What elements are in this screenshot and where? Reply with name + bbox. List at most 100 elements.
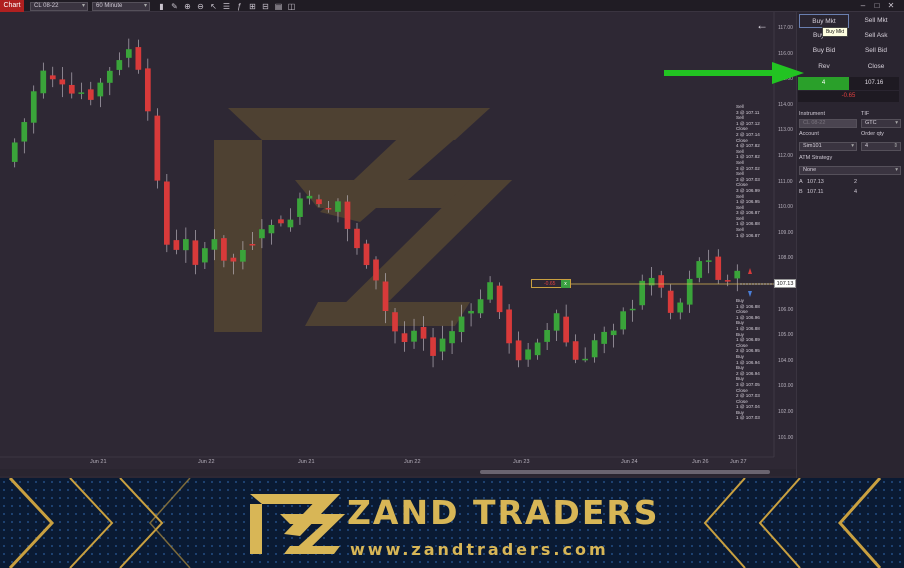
candle-body bbox=[335, 201, 341, 212]
tif-select[interactable]: GTC ▾ bbox=[861, 119, 901, 128]
candle-body bbox=[106, 70, 113, 83]
candle-body bbox=[411, 330, 417, 342]
candle-body bbox=[667, 290, 674, 313]
close-position-button[interactable]: Close bbox=[851, 60, 901, 74]
sell-ask-button[interactable]: Sell Ask bbox=[851, 29, 901, 43]
candle-body bbox=[344, 201, 351, 229]
tif-label: TIF bbox=[861, 111, 870, 117]
candle-body bbox=[449, 331, 455, 344]
candle-body bbox=[230, 257, 237, 262]
brand-url[interactable]: www.zandtraders.com bbox=[350, 540, 609, 559]
price-axis-label: 106.00 bbox=[778, 306, 794, 313]
candle-body bbox=[202, 248, 208, 263]
back-arrow-icon[interactable]: ← bbox=[756, 18, 768, 32]
candle-body bbox=[601, 331, 608, 344]
candle-body bbox=[240, 249, 246, 262]
order-line-close-button[interactable]: x bbox=[561, 280, 570, 288]
date-axis-label: Jun 24 bbox=[621, 459, 638, 465]
annotation-arrow-icon bbox=[664, 62, 804, 84]
price-axis-label: 110.00 bbox=[778, 204, 793, 211]
candle-body bbox=[515, 340, 522, 361]
candle-body bbox=[325, 207, 332, 210]
chart-trader-icon[interactable]: ⊟ bbox=[261, 2, 270, 11]
order-qty-stepper[interactable]: 4 ⇕ bbox=[861, 142, 901, 151]
candle-body bbox=[572, 341, 579, 360]
window-title[interactable]: Chart bbox=[0, 0, 24, 12]
date-axis-label: Jun 23 bbox=[513, 459, 530, 465]
candle-body bbox=[87, 89, 94, 100]
templates-icon[interactable]: ▤ bbox=[274, 2, 283, 11]
current-price-tag: 107.13 bbox=[774, 279, 796, 288]
atm-strategy-select[interactable]: None ▾ bbox=[799, 166, 901, 175]
watermark-logo bbox=[214, 108, 512, 332]
snapshot-icon[interactable]: ◫ bbox=[287, 2, 296, 11]
candle-body bbox=[382, 281, 389, 312]
minimize-icon[interactable]: – bbox=[858, 1, 868, 11]
candle-body bbox=[629, 308, 636, 311]
horizontal-scrollbar[interactable] bbox=[0, 469, 796, 476]
candle-body bbox=[173, 240, 180, 250]
sell-mkt-button[interactable]: Sell Mkt bbox=[851, 14, 901, 28]
candle-body bbox=[401, 333, 408, 342]
candle-body bbox=[582, 358, 588, 361]
bid-row-size: 4 bbox=[854, 189, 858, 195]
price-axis-label: 105.00 bbox=[778, 332, 794, 339]
price-axis-label: 117.00 bbox=[778, 25, 793, 31]
date-axis-label: Jun 27 bbox=[730, 459, 747, 465]
candle-body bbox=[468, 310, 474, 314]
candle-body bbox=[354, 228, 360, 249]
price-axis-label: 108.00 bbox=[778, 255, 794, 262]
zoom-in-icon[interactable]: ⊕ bbox=[183, 2, 192, 11]
pointer-icon[interactable]: ↖ bbox=[209, 2, 218, 11]
execution-label: 2 @ 107.14 bbox=[736, 131, 760, 137]
price-axis-label: 111.00 bbox=[778, 178, 793, 185]
buy-mkt-button[interactable]: Buy Mkt bbox=[799, 14, 849, 28]
candle-body bbox=[144, 68, 151, 112]
candle-body bbox=[249, 244, 256, 246]
candle-body bbox=[430, 337, 436, 356]
candle-body bbox=[420, 326, 427, 339]
buy-bid-button[interactable]: Buy Bid bbox=[799, 44, 849, 58]
account-select[interactable]: Sim101 ▾ bbox=[799, 142, 857, 151]
sell-bid-button[interactable]: Sell Bid bbox=[851, 44, 901, 58]
reverse-button[interactable]: Rev bbox=[799, 60, 849, 74]
maximize-icon[interactable]: □ bbox=[872, 1, 882, 11]
candle-body bbox=[135, 47, 142, 70]
price-axis-label: 102.00 bbox=[778, 409, 794, 415]
candle-body bbox=[496, 285, 503, 313]
candle-body bbox=[487, 282, 493, 300]
bar-type-icon[interactable]: ▮ bbox=[157, 2, 166, 11]
interval-select[interactable]: 60 Minute ▾ bbox=[92, 2, 150, 11]
account-label: Account bbox=[799, 131, 819, 137]
order-line-box[interactable]: -0.65 x bbox=[531, 279, 571, 288]
candle-body bbox=[30, 91, 37, 123]
execution-label: 3 @ 107.05 bbox=[736, 381, 760, 387]
properties-icon[interactable]: ☰ bbox=[222, 2, 231, 11]
candle-body bbox=[49, 75, 56, 80]
bid-row-label: B bbox=[799, 189, 803, 195]
buy-marker-icon bbox=[748, 291, 752, 297]
candle-body bbox=[11, 142, 18, 162]
close-window-icon[interactable]: ✕ bbox=[886, 1, 896, 11]
instrument-select[interactable]: CL 08-22 ▾ bbox=[30, 2, 88, 11]
strategies-icon[interactable]: ⊞ bbox=[248, 2, 257, 11]
candle-body bbox=[268, 224, 275, 234]
execution-label: 2 @ 107.03 bbox=[736, 393, 760, 399]
candle-body bbox=[68, 84, 75, 94]
price-axis-label: 112.00 bbox=[778, 153, 793, 159]
scroll-thumb[interactable] bbox=[480, 470, 770, 474]
brand-name: ZAND TRADERS bbox=[347, 493, 660, 532]
candle-body bbox=[125, 49, 132, 58]
candle-body bbox=[563, 316, 569, 343]
candle-body bbox=[316, 199, 322, 205]
drawing-tool-icon[interactable]: ✎ bbox=[170, 2, 179, 11]
zoom-out-icon[interactable]: ⊖ bbox=[196, 2, 205, 11]
candle-body bbox=[525, 349, 531, 360]
indicators-icon[interactable]: ƒ bbox=[235, 2, 244, 11]
price-axis-label: 113.00 bbox=[778, 127, 793, 134]
price-axis-label: 104.00 bbox=[778, 357, 794, 364]
candle-body bbox=[610, 330, 617, 336]
candle-body bbox=[183, 239, 189, 251]
price-axis-label: 116.00 bbox=[778, 50, 793, 57]
executions-top: Sell 3 @ 107.11 Sell 1 @ 107.12 Close 2 @ 107… bbox=[736, 104, 760, 238]
